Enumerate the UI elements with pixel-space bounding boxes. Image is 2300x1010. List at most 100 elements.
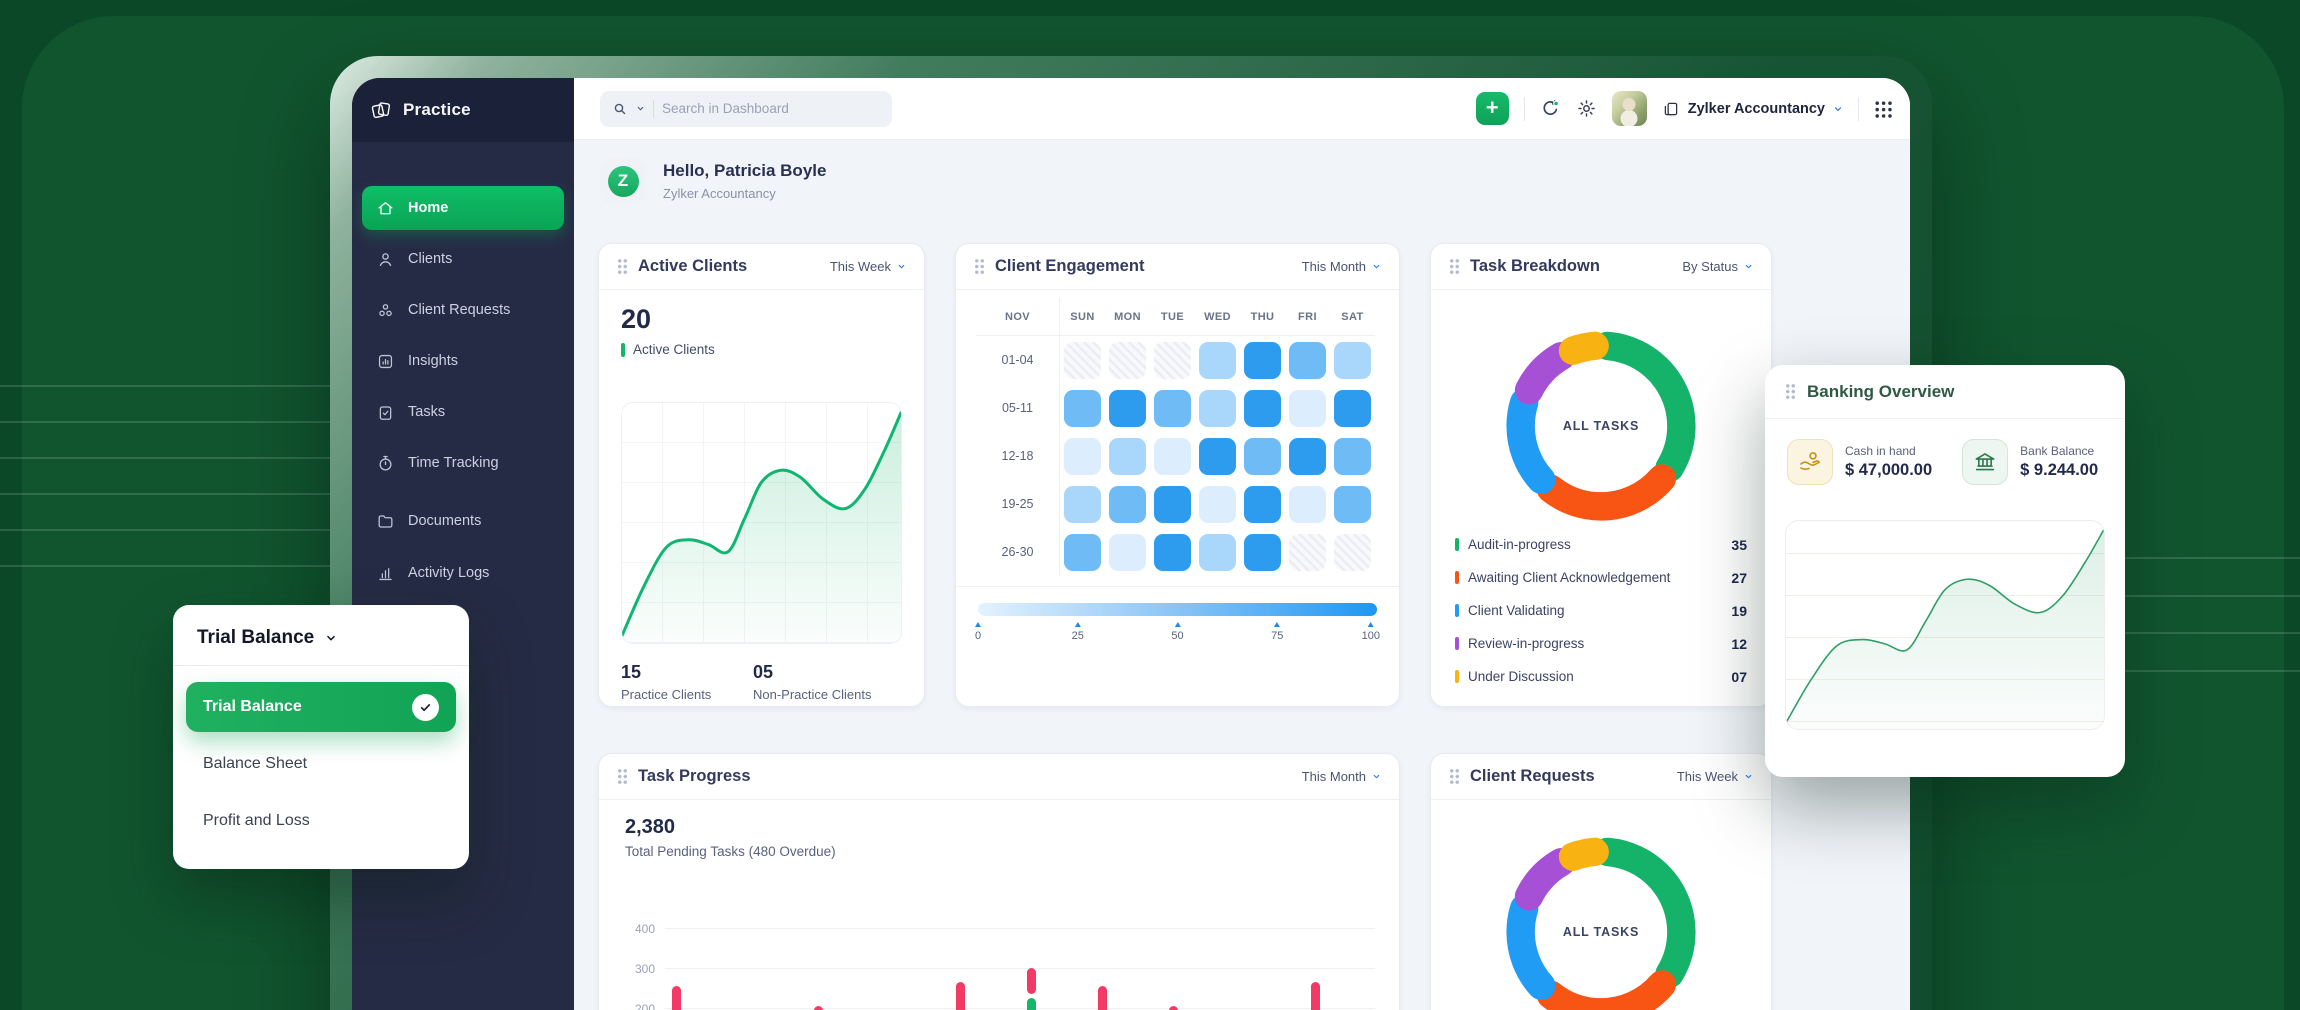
drag-handle-icon[interactable] [617, 768, 628, 785]
task-bar [1098, 986, 1107, 1010]
heatmap-cell-value [1199, 486, 1236, 523]
sidebar-item-label: Home [408, 200, 448, 216]
user-avatar[interactable] [1612, 91, 1647, 126]
drag-handle-icon[interactable] [1785, 383, 1796, 400]
heatmap-cell-value [1064, 438, 1101, 475]
quick-create-button[interactable] [1476, 92, 1509, 125]
sidebar-item-client-requests[interactable]: Client Requests [362, 288, 564, 332]
legend-item-awaiting-client-acknowledgement: Awaiting Client Acknowledgement27 [1455, 561, 1747, 594]
report-dropdown-options: Trial Balance Balance Sheet Profit and Los… [173, 666, 469, 846]
sidebar-item-activity-logs[interactable]: Activity Logs [362, 551, 564, 595]
legend-label: Under Discussion [1468, 669, 1574, 684]
apps-grid-icon[interactable] [1874, 100, 1892, 118]
search-scope-chevron-icon[interactable] [636, 104, 645, 113]
clock-icon [376, 454, 395, 473]
heatmap-cell-value [1244, 534, 1281, 571]
bank-icon [1962, 439, 2008, 485]
heatmap-cell [1195, 336, 1240, 384]
client-requests-card: Client Requests This Week ALL TASKS [1430, 753, 1772, 1010]
heatmap-col-thu: THU [1240, 298, 1285, 336]
user-icon [376, 250, 395, 269]
org-name: Zylker Accountancy [1688, 101, 1825, 117]
task-breakdown-card: Task Breakdown By Status ALL TASKS Audit… [1430, 243, 1772, 707]
heatmap-cell-value [1334, 438, 1371, 475]
heatmap-cell-value [1244, 390, 1281, 427]
notifications-icon[interactable] [1540, 98, 1561, 119]
sidebar-item-label: Client Requests [408, 302, 510, 318]
active-clients-line-chart [621, 402, 902, 644]
heatmap-cell [1105, 528, 1150, 576]
heatmap-cell-value [1109, 534, 1146, 571]
heatmap-row-19-25: 19-25 [976, 480, 1060, 528]
card-title: Client Engagement [995, 257, 1144, 276]
heatmap-cell-value [1064, 534, 1101, 571]
tasks-icon [376, 403, 395, 422]
scale-marker-icon [1368, 622, 1374, 627]
heatmap-cell [1240, 384, 1285, 432]
sidebar-item-label: Tasks [408, 404, 445, 420]
search-icon [612, 101, 628, 117]
heatmap-col-sat: SAT [1330, 298, 1375, 336]
sidebar-item-time-tracking[interactable]: Time Tracking [362, 441, 564, 485]
sidebar-item-insights[interactable]: Insights [362, 339, 564, 383]
chevron-down-icon [1372, 772, 1381, 781]
drag-handle-icon[interactable] [1449, 258, 1460, 275]
divider [956, 586, 1399, 587]
heatmap-cell [1195, 480, 1240, 528]
sidebar-item-label: Clients [408, 251, 452, 267]
gridline [665, 1008, 1375, 1009]
task-breakdown-filter[interactable]: By Status [1682, 259, 1753, 274]
heatmap-cell-value [1334, 486, 1371, 523]
report-option-profit-and-loss[interactable]: Profit and Loss [186, 796, 456, 846]
heatmap-cell [1285, 384, 1330, 432]
legend-item-under-discussion: Under Discussion07 [1455, 660, 1747, 693]
heatmap-scale-ticks: 0255075100 [978, 622, 1377, 652]
heatmap-month-label: NOV [976, 298, 1060, 336]
card-title: Task Breakdown [1470, 257, 1600, 276]
banking-stats: Cash in hand $ 47,000.00 Bank Balance $ … [1765, 419, 2125, 485]
org-chevron-icon [1833, 104, 1843, 114]
main-area: Search in Dashboard Zylker Accountancy [574, 78, 1910, 1010]
task-bar-overdue [1027, 998, 1036, 1010]
task-bar [814, 1006, 823, 1010]
search-input[interactable]: Search in Dashboard [600, 91, 892, 127]
report-option-balance-sheet[interactable]: Balance Sheet [186, 739, 456, 789]
drag-handle-icon[interactable] [1449, 768, 1460, 785]
gridline [665, 968, 1375, 969]
legend-value: 12 [1731, 636, 1747, 652]
heatmap-cell [1060, 384, 1105, 432]
heatmap-cell-value [1334, 534, 1371, 571]
chevron-down-icon [1744, 262, 1753, 271]
heatmap-cell-value [1109, 342, 1146, 379]
report-dropdown-header[interactable]: Trial Balance [173, 605, 469, 666]
legend-swatch [1455, 604, 1459, 617]
sidebar-item-documents[interactable]: Documents [362, 499, 564, 543]
y-axis-label: 300 [621, 962, 655, 976]
task-progress-chart: 400300200 [621, 920, 1375, 1010]
active-clients-filter[interactable]: This Week [830, 259, 906, 274]
sidebar-item-label: Insights [408, 353, 458, 369]
client-requests-filter[interactable]: This Week [1677, 769, 1753, 784]
sidebar-item-home[interactable]: Home [362, 186, 564, 230]
settings-gear-icon[interactable] [1576, 98, 1597, 119]
donut-center-label: ALL TASKS [1503, 834, 1699, 1010]
report-dropdown-title: Trial Balance [197, 627, 314, 649]
task-progress-filter[interactable]: This Month [1302, 769, 1381, 784]
sidebar-item-clients[interactable]: Clients [362, 237, 564, 281]
heatmap-cell [1285, 480, 1330, 528]
pending-tasks-label: Total Pending Tasks (480 Overdue) [625, 844, 1399, 859]
heatmap-cell-value [1289, 438, 1326, 475]
sidebar-item-tasks[interactable]: Tasks [362, 390, 564, 434]
card-title: Task Progress [638, 767, 751, 786]
client-engagement-filter[interactable]: This Month [1302, 259, 1381, 274]
greeting: Z Hello, Patricia Boyle Zylker Accountan… [600, 158, 826, 204]
client-engagement-card: Client Engagement This Month NOVSUNMONTU… [955, 243, 1400, 707]
heatmap-cell [1330, 432, 1375, 480]
org-switcher[interactable]: Zylker Accountancy [1662, 100, 1843, 118]
report-option-trial-balance[interactable]: Trial Balance [186, 682, 456, 732]
drag-handle-icon[interactable] [617, 258, 628, 275]
task-bar [1027, 968, 1036, 994]
device-frame: Practice HomeClientsClient RequestsInsig… [330, 56, 1932, 1010]
heatmap-cell [1330, 336, 1375, 384]
drag-handle-icon[interactable] [974, 258, 985, 275]
